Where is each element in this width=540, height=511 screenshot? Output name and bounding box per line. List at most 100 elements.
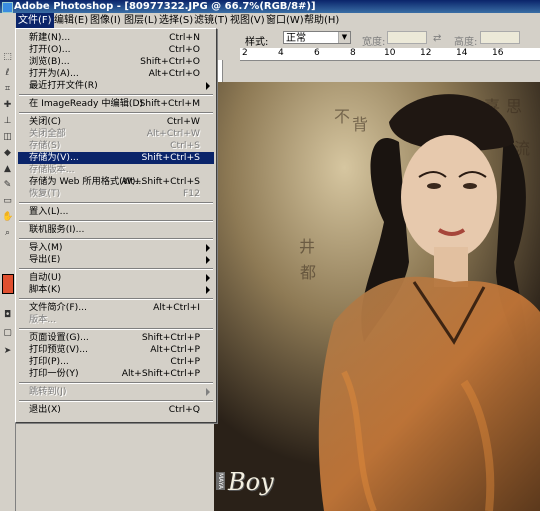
jump-to-imageready-icon[interactable]: ➤ [2,346,13,357]
file-menu-item-label: 在 ImageReady 中编辑(D) [29,98,144,109]
ruler-tick-label: 8 [350,48,356,58]
file-menu-item-label: 自动(U) [29,272,62,283]
file-menu-item[interactable]: 退出(X) Ctrl+Q [18,404,214,416]
menu-file[interactable]: 文件(F) [16,13,54,28]
menu-image[interactable]: 图像(I) [88,13,123,28]
file-menu-item[interactable]: 浏览(B)... Shift+Ctrl+O [18,56,214,68]
watermark-caption: Boy [228,468,274,496]
menu-filter[interactable]: 滤镜(T) [192,13,230,28]
title-bar: Adobe Photoshop - [80977322.JPG @ 66.7%(… [0,0,540,13]
file-menu-item[interactable]: 导入(M) [18,242,214,254]
swap-icon[interactable]: ⇄ [433,33,441,44]
blur-tool-icon[interactable]: ◆ [2,148,13,159]
file-menu-item-shortcut: F12 [183,188,200,199]
svg-text:背: 背 [352,115,368,134]
file-menu-item[interactable]: 最近打开文件(R) [18,80,214,92]
file-menu-item-label: 浏览(B)... [29,56,70,67]
submenu-arrow-icon [206,286,210,294]
submenu-arrow-icon [206,274,210,282]
file-menu-item[interactable]: 在 ImageReady 中编辑(D) Shift+Ctrl+M [18,98,214,110]
file-menu-item-label: 恢复(T) [29,188,61,199]
submenu-arrow-icon [206,244,210,252]
file-menu-item[interactable]: 自动(U) [18,272,214,284]
submenu-arrow-icon [206,256,210,264]
menu-help[interactable]: 帮助(H) [302,13,341,28]
file-menu-item-label: 存储版本... [29,164,75,175]
file-menu-item[interactable]: 打开(O)... Ctrl+O [18,44,214,56]
file-menu-item-shortcut: Ctrl+O [168,44,200,55]
file-menu-item[interactable]: 新建(N)... Ctrl+N [18,32,214,44]
notes-tool-icon[interactable]: ▭ [2,196,13,207]
document-image[interactable]: 不背 喜思 家流 井都 MAYA Boy [214,82,540,511]
toolbox: ⬚ ℓ ⌗ ✚ ⊥ ◫ ◆ ▲ ✎ ▭ ✋ ⌕ ◘ ▢ ➤ [0,48,16,511]
file-menu-item-label: 导入(M) [29,242,63,253]
file-menu-item[interactable]: 联机服务(I)... [18,224,214,236]
quick-mask-icon[interactable]: ◘ [2,310,13,321]
path-select-tool-icon[interactable]: ▲ [2,164,13,175]
file-menu-item[interactable]: 导出(E) [18,254,214,266]
file-menu-item[interactable]: 打印一份(Y) Alt+Shift+Ctrl+P [18,368,214,380]
menu-edit[interactable]: 编辑(E) [52,13,90,28]
file-menu-item[interactable]: 置入(L)... [18,206,214,218]
file-menu-item-shortcut: Ctrl+W [166,116,200,127]
file-menu-item[interactable]: 存储为(V)... Shift+Ctrl+S [18,152,214,164]
svg-text:井: 井 [299,237,315,256]
file-menu-item[interactable]: 脚本(K) [18,284,214,296]
marquee-tool-icon[interactable]: ⬚ [2,52,13,63]
screen-mode-icon[interactable]: ▢ [2,328,13,339]
file-menu-item-shortcut: Ctrl+P [170,356,200,367]
file-menu-item-label: 打开为(A)... [29,68,79,79]
file-menu-item-label: 版本... [29,314,57,325]
menu-layer[interactable]: 图层(L) [122,13,159,28]
file-menu-item[interactable]: 存储为 Web 所用格式(W)... Alt+Shift+Ctrl+S [18,176,214,188]
file-menu-item-label: 联机服务(I)... [29,224,85,235]
file-menu-item-label: 存储(S) [29,140,61,151]
submenu-arrow-icon [206,388,210,396]
foreground-color-swatch[interactable] [2,274,14,294]
zoom-tool-icon[interactable]: ⌕ [2,228,13,239]
file-menu-item-label: 页面设置(G)... [29,332,89,343]
file-menu-item-shortcut: Alt+Ctrl+O [148,68,200,79]
portrait-illustration: 不背 喜思 家流 井都 [214,82,540,511]
file-menu-item-shortcut: Alt+Shift+Ctrl+P [121,368,200,379]
chevron-down-icon: ▼ [338,32,350,43]
file-menu-item: 存储(S) Ctrl+S [18,140,214,152]
file-menu-item-label: 存储为(V)... [29,152,79,163]
file-menu-item[interactable]: 页面设置(G)... Shift+Ctrl+P [18,332,214,344]
menu-window[interactable]: 窗口(W) [264,13,306,28]
width-input[interactable] [387,31,427,44]
file-menu-item[interactable]: 打印(P)... Ctrl+P [18,356,214,368]
watermark-brand: MAYA [216,472,225,491]
hand-tool-icon[interactable]: ✋ [2,212,13,223]
file-menu-item[interactable]: 文件简介(F)... Alt+Ctrl+I [18,302,214,314]
menu-view[interactable]: 视图(V) [228,13,267,28]
file-menu-item-label: 导出(E) [29,254,61,265]
healing-tool-icon[interactable]: ✚ [2,100,13,111]
height-input[interactable] [480,31,520,44]
file-menu-item[interactable]: 打开为(A)... Alt+Ctrl+O [18,68,214,80]
file-menu-item[interactable]: 打印预览(V)... Alt+Ctrl+P [18,344,214,356]
eraser-tool-icon[interactable]: ◫ [2,132,13,143]
file-menu-item-label: 打开(O)... [29,44,71,55]
menu-separator [19,400,213,402]
ruler-tick-label: 12 [420,48,432,58]
menu-separator [19,268,213,270]
file-menu-item[interactable]: 关闭(C) Ctrl+W [18,116,214,128]
file-menu-item-label: 跳转到(J) [29,386,67,397]
stamp-tool-icon[interactable]: ⊥ [2,116,13,127]
style-select[interactable]: 正常 ▼ [283,31,351,44]
window-title: Adobe Photoshop - [80977322.JPG @ 66.7%(… [14,1,316,12]
file-menu-item-label: 文件简介(F)... [29,302,87,313]
pen-tool-icon[interactable]: ✎ [2,180,13,191]
menu-separator [19,94,213,96]
menu-separator [19,298,213,300]
file-menu-item-label: 关闭全部 [29,128,66,139]
file-menu-item: 关闭全部 Alt+Ctrl+W [18,128,214,140]
ruler-top: 2 4 6 8 10 12 14 16 [240,48,540,61]
width-label: 宽度: [362,37,386,48]
lasso-tool-icon[interactable]: ℓ [2,68,13,79]
crop-tool-icon[interactable]: ⌗ [2,84,13,95]
file-menu-item-shortcut: Alt+Ctrl+W [146,128,200,139]
menu-separator [19,112,213,114]
menu-select[interactable]: 选择(S) [157,13,195,28]
